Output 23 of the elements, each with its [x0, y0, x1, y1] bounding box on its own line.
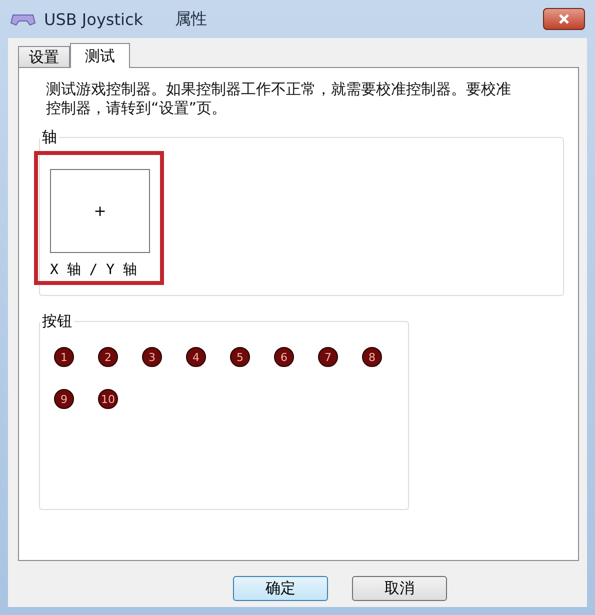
axis-pad: + [50, 169, 150, 253]
button-indicator: 6 [274, 347, 294, 367]
button-indicator: 10 [98, 389, 118, 409]
button-indicator: 1 [54, 347, 74, 367]
tab[interactable]: 测试 [70, 43, 130, 68]
description-text: 测试游戏控制器。如果控制器工作不正常，就需要校准控制器。要校准控制器，请转到“设置”页。 [46, 80, 512, 118]
button-indicator: 7 [318, 347, 338, 367]
axis-label: X 轴 / Y 轴 [50, 261, 138, 279]
dialog-button[interactable]: 确定 [233, 576, 328, 601]
button-indicator: 2 [98, 347, 118, 367]
dialog-button[interactable]: 取消 [352, 576, 447, 601]
button-indicator: 9 [54, 389, 74, 409]
group-title: 按钮 [41, 312, 73, 331]
button-indicator: 3 [142, 347, 162, 367]
close-icon [558, 13, 570, 25]
window-subtitle: 属性 [175, 8, 208, 30]
close-button[interactable] [543, 8, 585, 30]
button-indicator: 5 [230, 347, 250, 367]
group-title: 轴 [41, 128, 58, 147]
window-title: USB Joystick [44, 10, 144, 28]
button-indicator: 4 [186, 347, 206, 367]
button-indicator: 8 [362, 347, 382, 367]
tab[interactable]: 设置 [18, 46, 70, 67]
